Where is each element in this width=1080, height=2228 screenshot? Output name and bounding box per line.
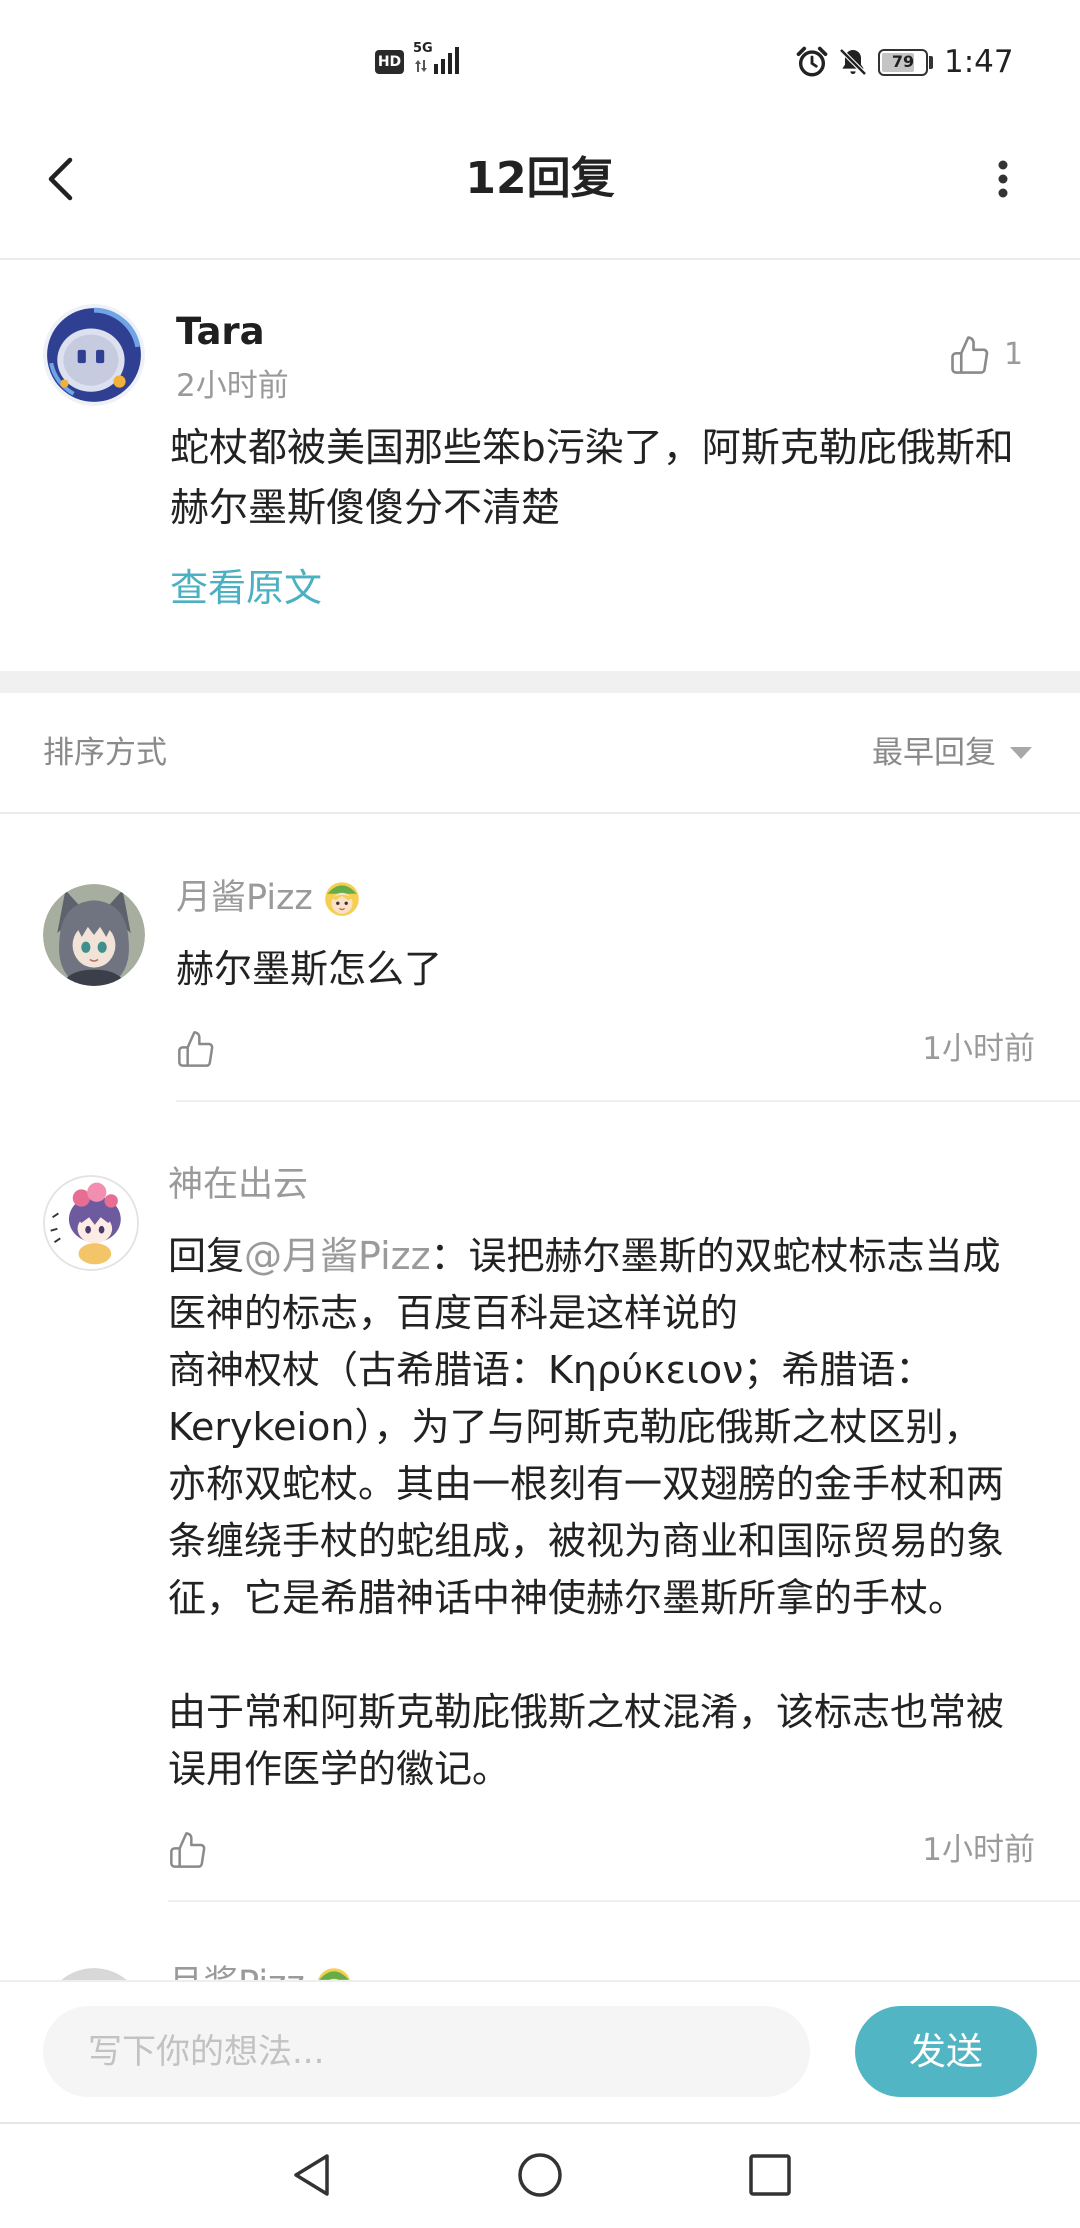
comment-author-row: 神在出云 xyxy=(168,1163,308,1207)
post-time: 2小时前 xyxy=(176,368,289,404)
nav-recents-icon[interactable] xyxy=(748,2153,792,2197)
system-nav-bar xyxy=(0,2122,1080,2228)
status-bar: HD 5G 79 1:47 xyxy=(0,0,1080,125)
section-separator xyxy=(0,671,1080,693)
header-divider xyxy=(0,258,1080,260)
badge-icon xyxy=(321,877,363,919)
comment-body: 回复@月酱Pizz：误把赫尔墨斯的双蛇杖标志当成 医神的标志，百度百科是这样说的… xyxy=(168,1228,1048,1798)
clock: 1:47 xyxy=(944,44,1014,80)
comment-body: 赫尔墨斯怎么了 xyxy=(176,941,1046,998)
comment-text-line: 医神的标志，百度百科是这样说的 xyxy=(168,1291,739,1335)
sort-label: 排序方式 xyxy=(43,735,167,771)
post-author[interactable]: Tara xyxy=(176,310,265,354)
comment-text: ：误把赫尔墨斯的双蛇杖标志当成 xyxy=(430,1234,1001,1278)
comment-text-line: Kerykeion），为了与阿斯克勒庇俄斯之杖区别， xyxy=(168,1405,982,1449)
battery-cap xyxy=(929,56,933,69)
avatar[interactable] xyxy=(43,1175,139,1271)
reply-mention[interactable]: @月酱Pizz xyxy=(244,1234,431,1278)
post-text-line: 蛇杖都被美国那些笨b污染了，阿斯克勒庇俄斯和 xyxy=(170,426,1014,471)
nav-home-icon[interactable] xyxy=(517,2152,563,2198)
thumbs-up-icon[interactable] xyxy=(168,1830,208,1870)
nav-back-icon[interactable] xyxy=(290,2152,332,2198)
comment-text-line: 征，它是希腊神话中神使赫尔墨斯所拿的手杖。 xyxy=(168,1576,967,1620)
page-title: 12回复 xyxy=(465,153,615,204)
sort-dropdown[interactable]: 最早回复 xyxy=(872,733,1032,773)
triangle-down-icon xyxy=(1010,747,1032,759)
avatar[interactable] xyxy=(43,304,145,406)
comment-text-line: 赫尔墨斯怎么了 xyxy=(176,947,443,991)
bell-off-icon xyxy=(837,45,869,79)
comment-composer: 发送 xyxy=(0,1980,1080,2122)
battery-level: 79 xyxy=(891,52,915,71)
comment-time: 1小时前 xyxy=(922,1031,1035,1067)
comment-paragraph: 由于常和阿斯克勒庇俄斯之杖混淆，该标志也常被 误用作医学的徽记。 xyxy=(168,1684,1048,1798)
divider xyxy=(176,1100,1080,1102)
divider xyxy=(168,1900,1080,1902)
like-count: 1 xyxy=(1004,337,1024,372)
reply-prefix: 回复 xyxy=(168,1234,245,1278)
comment-input[interactable] xyxy=(43,2006,810,2097)
comment-time: 1小时前 xyxy=(922,1832,1035,1868)
network-type: 5G xyxy=(413,41,433,56)
comment-author[interactable]: 神在出云 xyxy=(168,1163,308,1207)
sort-selected-value: 最早回复 xyxy=(872,735,996,771)
thumbs-up-icon[interactable] xyxy=(949,334,991,376)
more-vertical-icon[interactable] xyxy=(993,155,1013,203)
comment-text-line: 回复@月酱Pizz：误把赫尔墨斯的双蛇杖标志当成 xyxy=(168,1228,1048,1285)
comment-author-row: 月酱Pizz xyxy=(176,876,363,920)
avatar[interactable] xyxy=(43,884,145,986)
thumbs-up-icon[interactable] xyxy=(176,1029,216,1069)
comment-text-line: 由于常和阿斯克勒庇俄斯之杖混淆，该标志也常被 xyxy=(168,1690,1005,1734)
data-arrows-icon xyxy=(414,59,428,73)
comment-text-line: 条缠绕手杖的蛇组成，被视为商业和国际贸易的象 xyxy=(168,1519,1005,1563)
comment-text-line: 亦称双蛇杖。其由一根刻有一双翅膀的金手杖和两 xyxy=(168,1462,1005,1506)
signal-bars-icon xyxy=(432,46,462,74)
post-body: 蛇杖都被美国那些笨b污染了，阿斯克勒庇俄斯和 赫尔墨斯傻傻分不清楚 xyxy=(170,419,1050,539)
comment-text-line: 误用作医学的徽记。 xyxy=(168,1747,511,1791)
divider xyxy=(0,812,1080,814)
comment-text-line: 商神权杖（古希腊语：Κηρύκειον；希腊语： xyxy=(168,1348,934,1392)
send-button[interactable]: 发送 xyxy=(855,2006,1037,2097)
post-text-line: 赫尔墨斯傻傻分不清楚 xyxy=(170,486,561,531)
view-original-link[interactable]: 查看原文 xyxy=(170,563,322,613)
hd-indicator: HD xyxy=(375,50,404,74)
comment-author[interactable]: 月酱Pizz xyxy=(176,876,313,920)
battery-icon: 79 xyxy=(878,49,928,76)
alarm-clock-icon xyxy=(795,45,829,79)
